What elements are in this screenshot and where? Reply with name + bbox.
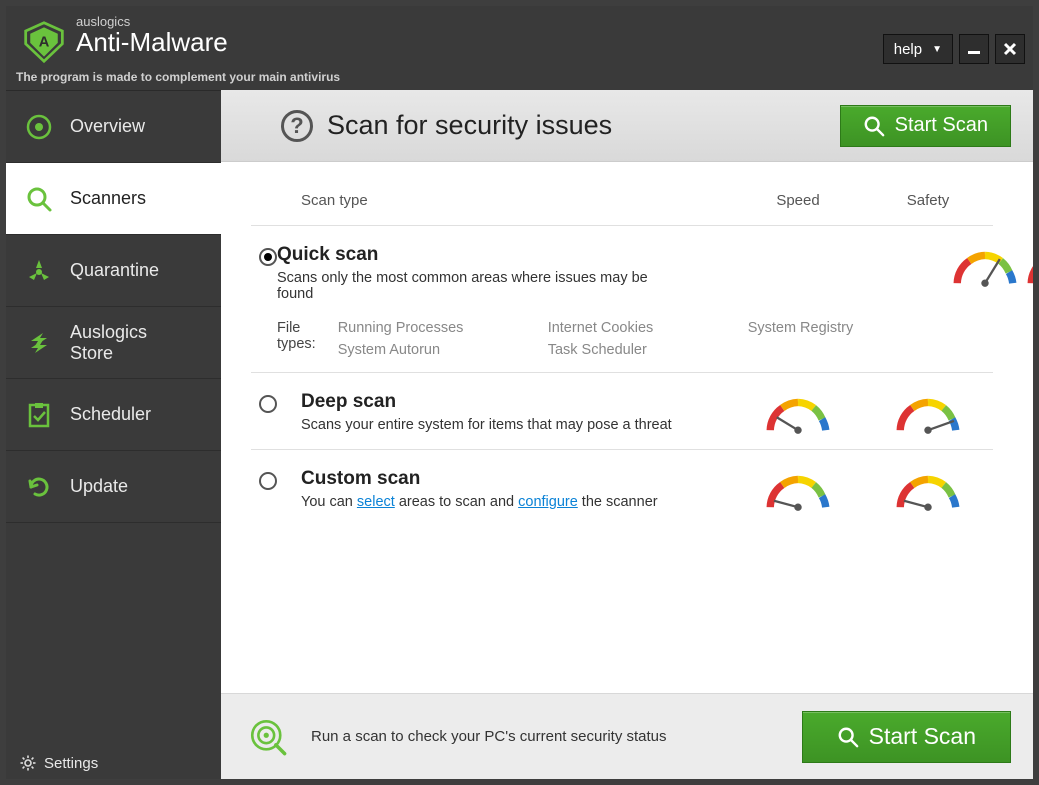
safety-gauge-icon <box>891 470 965 512</box>
sidebar-item-store[interactable]: Auslogics Store <box>6 307 221 379</box>
page-title: Scan for security issues <box>327 110 612 141</box>
app-logo-icon: A <box>22 20 66 64</box>
scan-description: Scans only the most common areas where i… <box>277 270 677 302</box>
scan-option-quick: Quick scan Scans only the most common ar… <box>251 226 993 373</box>
sidebar-item-label: Scanners <box>70 188 146 209</box>
safety-gauge-icon <box>1022 246 1033 288</box>
file-types-label: File types: <box>277 320 316 358</box>
sidebar-item-label: Overview <box>70 116 145 137</box>
settings-label: Settings <box>44 755 98 772</box>
speed-gauge-icon <box>761 470 835 512</box>
target-icon <box>24 112 54 142</box>
chevron-down-icon: ▼ <box>932 44 942 55</box>
magnifier-icon <box>837 726 859 748</box>
radio-custom-scan[interactable] <box>259 472 277 490</box>
radio-quick-scan[interactable] <box>259 248 277 266</box>
start-scan-label: Start Scan <box>869 723 976 750</box>
refresh-icon <box>24 472 54 502</box>
help-question-icon[interactable]: ? <box>281 110 313 142</box>
scan-description: Scans your entire system for items that … <box>301 417 701 433</box>
scan-name: Quick scan <box>277 244 948 266</box>
footer-message: Run a scan to check your PC's current se… <box>311 728 780 745</box>
radio-deep-scan[interactable] <box>259 395 277 413</box>
magnifier-icon <box>863 115 885 137</box>
scan-option-deep: Deep scan Scans your entire system for i… <box>251 373 993 450</box>
configure-scanner-link[interactable]: configure <box>518 494 578 510</box>
file-type-item: Task Scheduler <box>548 342 748 358</box>
col-speed: Speed <box>733 192 863 209</box>
sidebar-item-scheduler[interactable]: Scheduler <box>6 379 221 451</box>
speed-gauge-icon <box>761 393 835 435</box>
app-window: A auslogics Anti-Malware The program is … <box>0 0 1039 785</box>
help-dropdown[interactable]: help ▼ <box>883 34 953 64</box>
scan-option-custom: Custom scan You can select areas to scan… <box>251 450 993 526</box>
brand-product: Anti-Malware <box>76 29 228 56</box>
arrows-exchange-icon <box>24 328 54 358</box>
speed-gauge-icon <box>948 246 1022 288</box>
start-scan-button-bottom[interactable]: Start Scan <box>802 711 1011 763</box>
brand-tagline: The program is made to complement your m… <box>16 70 340 84</box>
sidebar-item-quarantine[interactable]: Quarantine <box>6 235 221 307</box>
file-type-item: System Autorun <box>338 342 548 358</box>
settings-button[interactable]: Settings <box>6 747 221 779</box>
scan-description: You can select areas to scan and configu… <box>301 494 701 510</box>
start-scan-label: Start Scan <box>895 114 988 137</box>
page-header: ? Scan for security issues Start Scan <box>221 90 1033 162</box>
sidebar-item-scanners[interactable]: Scanners <box>6 163 221 235</box>
clipboard-check-icon <box>24 400 54 430</box>
svg-text:A: A <box>39 35 50 51</box>
sidebar: Overview Scanners <box>6 90 221 779</box>
minimize-icon <box>967 42 981 56</box>
file-type-item: Internet Cookies <box>548 320 748 336</box>
titlebar: A auslogics Anti-Malware The program is … <box>6 6 1033 90</box>
sidebar-item-label: Auslogics Store <box>70 322 180 363</box>
sidebar-item-label: Update <box>70 476 128 497</box>
sidebar-item-update[interactable]: Update <box>6 451 221 523</box>
scan-target-icon <box>247 716 289 758</box>
main-panel: ? Scan for security issues Start Scan Sc… <box>221 90 1033 779</box>
file-type-item: System Registry <box>748 320 948 336</box>
gear-icon <box>20 755 36 771</box>
close-icon <box>1003 42 1017 56</box>
file-type-item: Running Processes <box>338 320 548 336</box>
footer-bar: Run a scan to check your PC's current se… <box>221 693 1033 779</box>
col-scan-type: Scan type <box>301 192 733 209</box>
safety-gauge-icon <box>891 393 965 435</box>
sidebar-item-label: Scheduler <box>70 404 151 425</box>
biohazard-icon <box>24 256 54 286</box>
minimize-button[interactable] <box>959 34 989 64</box>
sidebar-item-overview[interactable]: Overview <box>6 91 221 163</box>
start-scan-button-top[interactable]: Start Scan <box>840 105 1011 147</box>
help-dropdown-label: help <box>894 41 922 58</box>
column-headers: Scan type Speed Safety <box>251 192 993 226</box>
select-areas-link[interactable]: select <box>357 494 395 510</box>
file-types-section: File types: Running Processes Internet C… <box>277 320 948 358</box>
scan-name: Deep scan <box>301 391 733 413</box>
sidebar-item-label: Quarantine <box>70 260 159 281</box>
col-safety: Safety <box>863 192 993 209</box>
close-button[interactable] <box>995 34 1025 64</box>
magnifier-icon <box>24 184 54 214</box>
scan-name: Custom scan <box>301 468 733 490</box>
